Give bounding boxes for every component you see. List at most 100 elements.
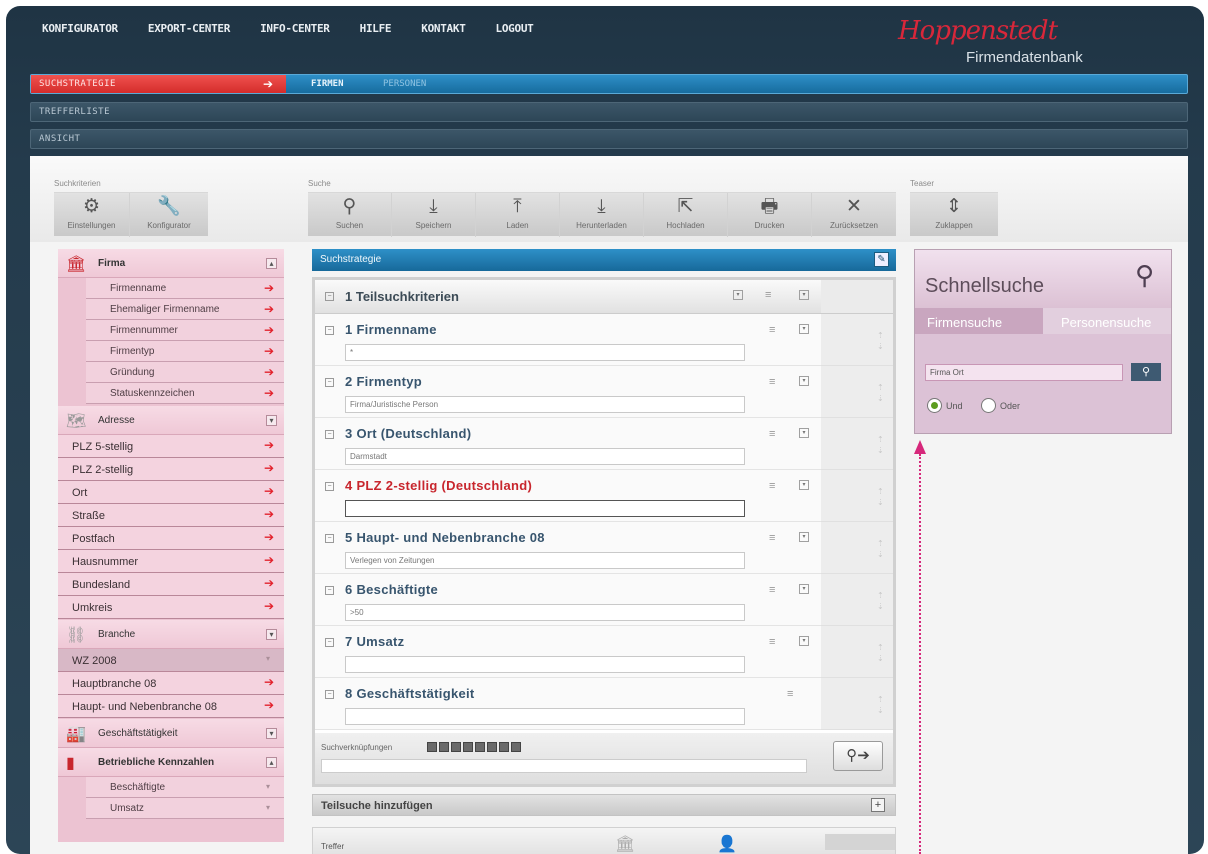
collapse-icon[interactable]: − (325, 482, 334, 491)
radio-und[interactable]: Und (927, 398, 963, 413)
list-item[interactable]: Hausnummer ➔ (58, 550, 284, 573)
list-item[interactable]: Firmenname ➔ (86, 278, 284, 299)
drag-handle-icon[interactable]: ≡ (787, 688, 793, 700)
collapse-icon[interactable]: − (325, 638, 334, 647)
drag-handle-icon[interactable]: ≡ (765, 289, 771, 301)
drag-handle-icon[interactable]: ≡ (769, 428, 775, 440)
criterion-input[interactable]: * (345, 344, 745, 361)
nav-info-center[interactable]: INFO-CENTER (260, 22, 330, 35)
chevron-down-icon[interactable]: ▾ (799, 584, 809, 594)
nav-konfigurator[interactable]: KONFIGURATOR (42, 22, 118, 35)
search-go-button[interactable]: ⚲➔ (833, 741, 883, 771)
criterion-input[interactable]: Darmstadt (345, 448, 745, 465)
menu-ansicht[interactable]: ANSICHT (30, 129, 1188, 149)
move-icon[interactable]: ⇡ ⇣ (877, 590, 884, 612)
chevron-down-icon[interactable]: ▾ (799, 324, 809, 334)
zuruecksetzen-button[interactable]: ✕ Zurücksetzen (812, 193, 896, 237)
list-item[interactable]: Ehemaliger Firmenname ➔ (86, 299, 284, 320)
list-item[interactable]: Ort ➔ (58, 481, 284, 504)
list-item[interactable]: Bundesland ➔ (58, 573, 284, 596)
collapse-toggle[interactable]: ▴ (266, 258, 277, 269)
list-item[interactable]: Postfach ➔ (58, 527, 284, 550)
collapse-toggle[interactable]: ▴ (266, 757, 277, 768)
operator-button[interactable] (499, 742, 509, 752)
list-item[interactable]: PLZ 5-stellig ➔ (58, 435, 284, 458)
operator-button[interactable] (427, 742, 437, 752)
list-item[interactable]: Gründung ➔ (86, 362, 284, 383)
list-item[interactable]: Umkreis ➔ (58, 596, 284, 619)
tab-firmen[interactable]: FIRMEN (311, 79, 344, 89)
edit-icon[interactable]: ✎ (874, 252, 889, 267)
section-kennzahlen[interactable]: ▮ Betriebliche Kennzahlen ▴ (58, 748, 284, 777)
list-item[interactable]: Straße ➔ (58, 504, 284, 527)
move-icon[interactable]: ⇡ ⇣ (877, 642, 884, 664)
list-item[interactable]: PLZ 2-stellig ➔ (58, 458, 284, 481)
nav-kontakt[interactable]: KONTAKT (421, 22, 466, 35)
expand-toggle[interactable]: ▾ (266, 415, 277, 426)
suchen-button[interactable]: ⚲ Suchen (308, 193, 392, 237)
einstellungen-button[interactable]: ⚙ Einstellungen (54, 193, 130, 237)
collapse-icon[interactable]: − (325, 690, 334, 699)
section-branche[interactable]: ⛓ Branche ▾ (58, 620, 284, 649)
plus-icon[interactable]: + (871, 798, 885, 812)
beschaeftigte-select[interactable]: Beschäftigte ▾ (86, 777, 284, 798)
laden-button[interactable]: ⤒ Laden (476, 193, 560, 237)
hochladen-button[interactable]: ⇱ Hochladen (644, 193, 728, 237)
teilsuche-hinzufuegen[interactable]: Teilsuche hinzufügen + (312, 794, 896, 816)
criterion-input[interactable]: Firma/Juristische Person (345, 396, 745, 413)
wz-2008-select[interactable]: WZ 2008 ▾ (58, 649, 284, 672)
collapse-icon[interactable]: − (325, 534, 334, 543)
zuklappen-button[interactable]: ⇕ Zuklappen (910, 193, 998, 237)
suchverknuepfungen-input[interactable] (321, 759, 807, 773)
drag-handle-icon[interactable]: ≡ (769, 376, 775, 388)
list-item[interactable]: Statuskennzeichen ➔ (86, 383, 284, 404)
list-item[interactable]: Hauptbranche 08 ➔ (58, 672, 284, 695)
list-item[interactable]: Firmentyp ➔ (86, 341, 284, 362)
chevron-down-icon[interactable]: ▾ (799, 428, 809, 438)
move-icon[interactable]: ⇡ ⇣ (877, 434, 884, 456)
collapse-icon[interactable]: − (325, 586, 334, 595)
operator-button[interactable] (451, 742, 461, 752)
move-icon[interactable]: ⇡ ⇣ (877, 382, 884, 404)
konfigurator-button[interactable]: 🔧 Konfigurator (130, 193, 208, 237)
operator-button[interactable] (511, 742, 521, 752)
umsatz-select[interactable]: Umsatz ▾ (86, 798, 284, 819)
nav-export-center[interactable]: EXPORT-CENTER (148, 22, 231, 35)
move-icon[interactable]: ⇡ ⇣ (877, 486, 884, 508)
criterion-input[interactable] (345, 708, 745, 725)
section-geschaeftstaetigkeit[interactable]: 🏭 Geschäftstätigkeit ▾ (58, 719, 284, 748)
tab-firmensuche[interactable]: Firmensuche (915, 308, 1043, 334)
criterion-input[interactable]: >50 (345, 604, 745, 621)
collapse-icon[interactable]: − (325, 326, 334, 335)
nav-hilfe[interactable]: HILFE (360, 22, 392, 35)
drag-handle-icon[interactable]: ≡ (769, 584, 775, 596)
radio-oder[interactable]: Oder (981, 398, 1020, 413)
tab-personensuche[interactable]: Personensuche (1043, 308, 1171, 334)
move-icon[interactable]: ⇡ ⇣ (877, 330, 884, 352)
chevron-down-icon[interactable]: ▾ (799, 290, 809, 300)
operator-button[interactable] (475, 742, 485, 752)
drag-handle-icon[interactable]: ≡ (769, 532, 775, 544)
drag-handle-icon[interactable]: ≡ (769, 636, 775, 648)
section-adresse[interactable]: 🗺 Adresse ▾ (58, 406, 284, 435)
chevron-down-icon[interactable]: ▾ (799, 480, 809, 490)
tab-personen[interactable]: PERSONEN (383, 79, 426, 89)
collapse-icon[interactable]: − (325, 378, 334, 387)
drag-handle-icon[interactable]: ≡ (769, 480, 775, 492)
collapse-icon[interactable]: − (325, 430, 334, 439)
list-item[interactable]: Haupt- und Nebenbranche 08 ➔ (58, 695, 284, 718)
operator-button[interactable] (487, 742, 497, 752)
section-firma[interactable]: 🏛 Firma ▴ (58, 249, 284, 278)
speichern-button[interactable]: ⤓ Speichern (392, 193, 476, 237)
nav-logout[interactable]: LOGOUT (496, 22, 534, 35)
move-icon[interactable]: ⇡ ⇣ (877, 538, 884, 560)
operator-button[interactable] (439, 742, 449, 752)
collapse-icon[interactable]: − (325, 292, 334, 301)
schnellsuche-search-button[interactable]: ⚲ (1131, 363, 1161, 381)
chevron-down-icon[interactable]: ▾ (733, 290, 743, 300)
operator-button[interactable] (463, 742, 473, 752)
expand-toggle[interactable]: ▾ (266, 728, 277, 739)
drucken-button[interactable]: 🖶 Drucken (728, 193, 812, 237)
expand-toggle[interactable]: ▾ (266, 629, 277, 640)
criterion-input[interactable]: Verlegen von Zeitungen (345, 552, 745, 569)
